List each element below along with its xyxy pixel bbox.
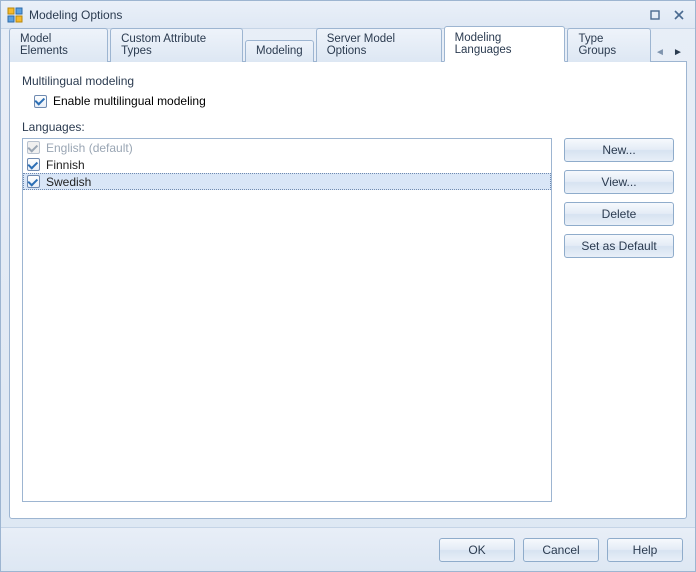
side-buttons: New... View... Delete Set as Default xyxy=(564,138,674,502)
enable-multilingual-checkbox[interactable] xyxy=(34,95,47,108)
language-label: English (default) xyxy=(46,141,133,155)
enable-multilingual-label: Enable multilingual modeling xyxy=(53,94,206,108)
cancel-button[interactable]: Cancel xyxy=(523,538,599,562)
group-title: Multilingual modeling xyxy=(22,74,674,88)
help-button[interactable]: Help xyxy=(607,538,683,562)
new-button[interactable]: New... xyxy=(564,138,674,162)
languages-area: English (default) Finnish Swedish New...… xyxy=(22,138,674,502)
tabstrip: Model Elements Custom Attribute Types Mo… xyxy=(9,35,687,61)
tab-custom-attribute-types[interactable]: Custom Attribute Types xyxy=(110,28,243,62)
view-button[interactable]: View... xyxy=(564,170,674,194)
enable-multilingual-row[interactable]: Enable multilingual modeling xyxy=(34,94,674,108)
delete-button[interactable]: Delete xyxy=(564,202,674,226)
list-item: English (default) xyxy=(23,139,551,156)
dialog-footer: OK Cancel Help xyxy=(1,527,695,571)
tab-model-elements[interactable]: Model Elements xyxy=(9,28,108,62)
tab-type-groups[interactable]: Type Groups xyxy=(567,28,651,62)
language-label: Swedish xyxy=(46,175,91,189)
set-default-button[interactable]: Set as Default xyxy=(564,234,674,258)
maximize-button[interactable] xyxy=(645,7,665,23)
titlebar: Modeling Options xyxy=(1,1,695,29)
language-checkbox[interactable] xyxy=(27,158,40,171)
tab-modeling-languages[interactable]: Modeling Languages xyxy=(444,26,566,62)
languages-label: Languages: xyxy=(22,120,674,134)
tab-modeling[interactable]: Modeling xyxy=(245,40,314,62)
modeling-options-window: Modeling Options Model Elements Custom A… xyxy=(0,0,696,572)
languages-listbox[interactable]: English (default) Finnish Swedish xyxy=(22,138,552,502)
app-icon xyxy=(7,7,23,23)
tab-server-model-options[interactable]: Server Model Options xyxy=(316,28,442,62)
tab-scroll-left-icon[interactable]: ◄ xyxy=(653,43,667,61)
ok-button[interactable]: OK xyxy=(439,538,515,562)
window-title: Modeling Options xyxy=(29,8,641,22)
list-item[interactable]: Swedish xyxy=(23,173,551,190)
language-label: Finnish xyxy=(46,158,85,172)
tab-scroll-right-icon[interactable]: ► xyxy=(671,43,685,61)
language-checkbox[interactable] xyxy=(27,175,40,188)
list-item[interactable]: Finnish xyxy=(23,156,551,173)
tab-panel: Multilingual modeling Enable multilingua… xyxy=(9,61,687,519)
close-button[interactable] xyxy=(669,7,689,23)
tab-scroll: ◄ ► xyxy=(653,43,687,61)
content-area: Model Elements Custom Attribute Types Mo… xyxy=(1,29,695,527)
language-checkbox xyxy=(27,141,40,154)
